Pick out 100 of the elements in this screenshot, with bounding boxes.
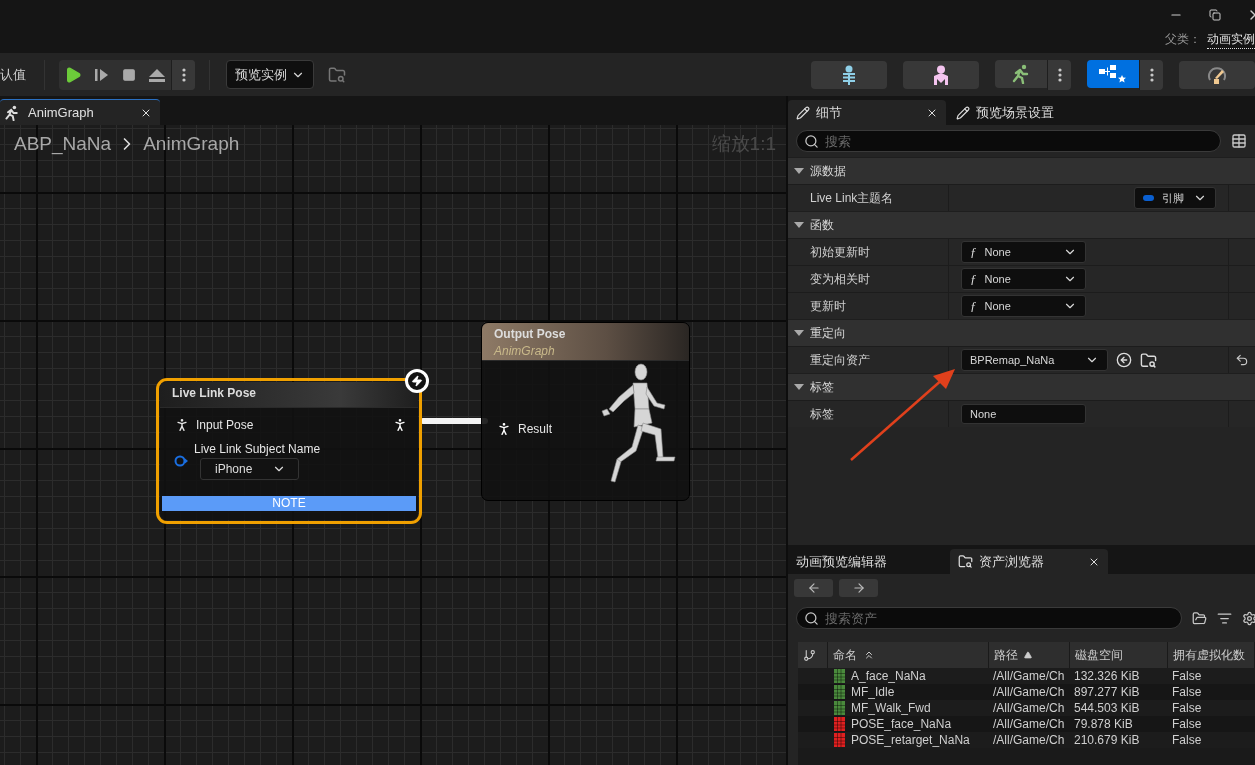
step-icon xyxy=(93,66,109,83)
node-subtitle: AnimGraph xyxy=(494,344,556,358)
node-graph-icon xyxy=(1098,63,1128,84)
table-cell-text: 897.277 KiB xyxy=(1073,684,1141,700)
defaults-label[interactable]: 认值 xyxy=(0,65,30,84)
table-cell-text: False xyxy=(1171,684,1203,700)
function-icon: ƒ xyxy=(970,271,977,287)
folder-icon[interactable] xyxy=(1192,610,1207,626)
pin-type-icon xyxy=(1143,195,1154,201)
table-cell-text: False xyxy=(1171,700,1203,716)
subject-dropdown[interactable]: iPhone xyxy=(200,458,299,480)
more-icon xyxy=(1057,67,1062,82)
note-bar: NOTE xyxy=(162,496,416,511)
table-cell-text: /All/Game/Ch xyxy=(992,732,1066,748)
arrow-right-icon xyxy=(851,581,866,595)
table-cell[interactable]: MF_Walk_Fwd xyxy=(851,701,931,715)
expand-icon xyxy=(794,221,804,229)
pin-type-dropdown[interactable]: 引脚 xyxy=(1134,187,1216,209)
more-button[interactable] xyxy=(171,59,195,90)
more-icon xyxy=(181,67,186,82)
sort-icon xyxy=(1024,651,1032,659)
name-pin-icon[interactable] xyxy=(174,455,188,467)
mode-button[interactable] xyxy=(995,59,1047,88)
pin-label: Live Link Subject Name xyxy=(194,442,321,456)
play-icon xyxy=(64,65,82,84)
mode-menu-button[interactable] xyxy=(1047,59,1071,90)
folder-search-icon xyxy=(958,554,973,569)
function-icon: ƒ xyxy=(970,298,977,314)
section-header[interactable]: 函数 xyxy=(788,211,1255,238)
breadcrumb-item[interactable]: ABP_NaNa xyxy=(14,133,112,155)
search-field[interactable]: 搜索资产 xyxy=(796,607,1182,629)
section-header[interactable]: 源数据 xyxy=(788,157,1255,184)
function-dropdown[interactable]: ƒ None xyxy=(961,295,1086,317)
pose-pin-icon[interactable] xyxy=(496,421,512,437)
mode-button[interactable] xyxy=(1087,59,1139,88)
panel-tab[interactable]: 细节 xyxy=(788,100,946,125)
skeleton-icon xyxy=(840,64,858,85)
expand-icon xyxy=(794,167,804,175)
node-title: Live Link Pose xyxy=(172,386,258,400)
table-cell-text: 210.679 KiB xyxy=(1073,732,1141,748)
panel-tab[interactable]: 资产浏览器 xyxy=(950,549,1108,574)
search-field[interactable]: 搜索 xyxy=(796,130,1221,152)
section-header[interactable]: 重定向 xyxy=(788,319,1255,346)
search-icon xyxy=(804,611,819,626)
function-dropdown[interactable]: ƒ None xyxy=(961,268,1086,290)
settings-icon[interactable] xyxy=(1242,610,1255,626)
breadcrumb-item[interactable]: AnimGraph xyxy=(143,133,240,155)
parent-class-link[interactable]: 动画实例 xyxy=(1207,30,1255,49)
pencil-icon xyxy=(956,105,970,120)
pin-label: Result xyxy=(518,422,552,436)
output-pose-node[interactable]: Output Pose AnimGraph Result xyxy=(481,322,690,501)
running-figure-icon xyxy=(1011,63,1031,84)
table-cell[interactable]: MF_Idle xyxy=(851,685,895,699)
restore-icon[interactable] xyxy=(1209,9,1221,21)
table-cell-text: 132.326 KiB xyxy=(1073,668,1141,684)
mode-button[interactable] xyxy=(903,60,979,89)
expand-icon xyxy=(794,329,804,337)
table-cell-text: False xyxy=(1171,668,1203,684)
table-cell[interactable]: POSE_retarget_NaNa xyxy=(851,733,970,747)
back-button[interactable] xyxy=(794,579,833,597)
text-field[interactable]: None xyxy=(961,404,1086,424)
function-dropdown[interactable]: ƒ None xyxy=(961,241,1086,263)
table-cell-text: /All/Game/Ch xyxy=(992,716,1066,732)
lightning-badge xyxy=(405,369,429,393)
table-view-icon[interactable] xyxy=(1231,133,1247,149)
pin-label: Input Pose xyxy=(196,418,254,432)
graph-tab[interactable]: AnimGraph xyxy=(0,99,160,125)
filter-icon[interactable] xyxy=(1217,610,1232,626)
table-cell-text: /All/Game/Ch xyxy=(992,684,1066,700)
browse-icon[interactable] xyxy=(1140,351,1157,369)
table-cell[interactable]: POSE_face_NaNa xyxy=(851,717,952,731)
table-cell-text: 79.878 KiB xyxy=(1073,716,1134,732)
forward-button[interactable] xyxy=(839,579,878,597)
table-cell-text: False xyxy=(1171,732,1203,748)
table-cell-text: False xyxy=(1171,716,1203,732)
preview-instance-dropdown[interactable]: 预览实例 xyxy=(226,60,314,89)
property-label: 标签 xyxy=(788,401,949,427)
panel-tab[interactable]: 动画预览编辑器 xyxy=(788,549,948,574)
folder-search-icon[interactable] xyxy=(328,65,346,84)
eject-icon xyxy=(148,66,166,83)
table-cell-text: 544.503 KiB xyxy=(1073,700,1141,716)
search-icon xyxy=(804,134,819,149)
mode-button[interactable] xyxy=(811,60,887,89)
node-title: Output Pose xyxy=(494,327,567,341)
more-icon xyxy=(1149,67,1154,82)
pencil-icon xyxy=(796,105,810,120)
reset-icon[interactable] xyxy=(1235,353,1249,367)
mode-menu-button[interactable] xyxy=(1139,59,1163,90)
use-selected-icon[interactable] xyxy=(1116,352,1132,368)
stop-icon xyxy=(122,67,136,82)
table-cell[interactable]: A_face_NaNa xyxy=(851,669,926,683)
mesh-figure-icon xyxy=(932,64,950,85)
panel-tab[interactable]: 预览场景设置 xyxy=(948,100,1118,125)
source-control-icon xyxy=(803,648,816,662)
pose-pin-icon[interactable] xyxy=(392,417,408,433)
mode-button[interactable] xyxy=(1179,60,1255,89)
table-cell-text: /All/Game/Ch xyxy=(992,700,1066,716)
section-header[interactable]: 标签 xyxy=(788,373,1255,400)
asset-dropdown[interactable]: BPRemap_NaNa xyxy=(961,349,1108,371)
pose-pin-icon xyxy=(174,417,190,433)
